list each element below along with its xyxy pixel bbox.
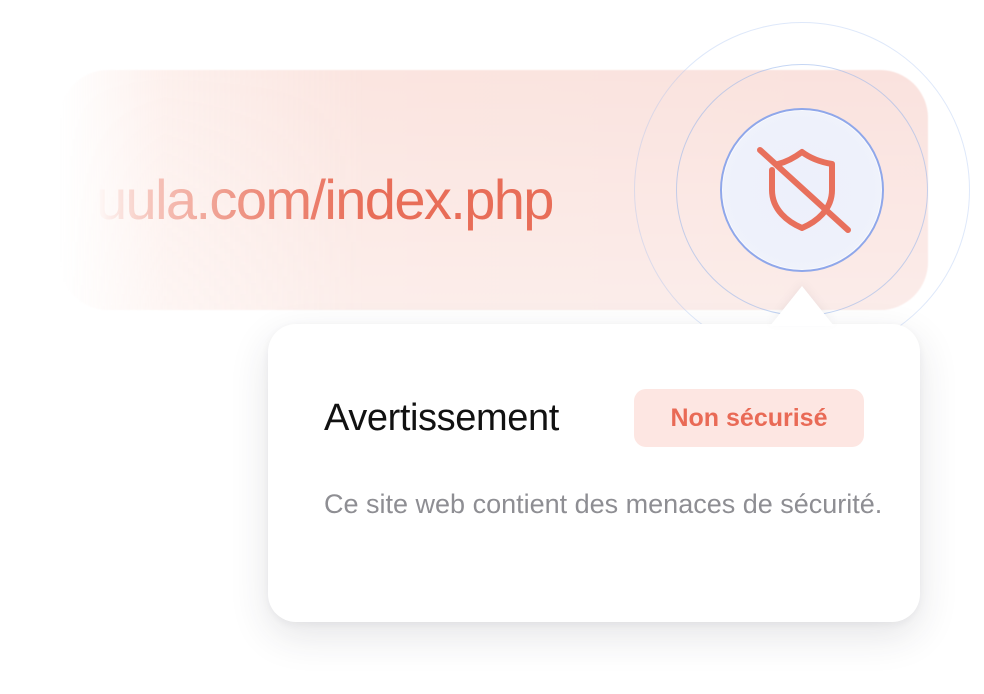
shield-off-icon <box>757 147 851 233</box>
security-warning-illustration: uula.com/index.php Avertissement Non séc… <box>0 0 984 694</box>
popover-pointer <box>770 286 834 326</box>
security-popover <box>268 324 920 622</box>
url-text: uula.com/index.php <box>96 168 554 231</box>
popover-title: Avertissement <box>324 397 559 439</box>
popover-message: Ce site web contient des menaces de sécu… <box>324 489 883 519</box>
status-badge: Non sécurisé <box>634 389 864 447</box>
